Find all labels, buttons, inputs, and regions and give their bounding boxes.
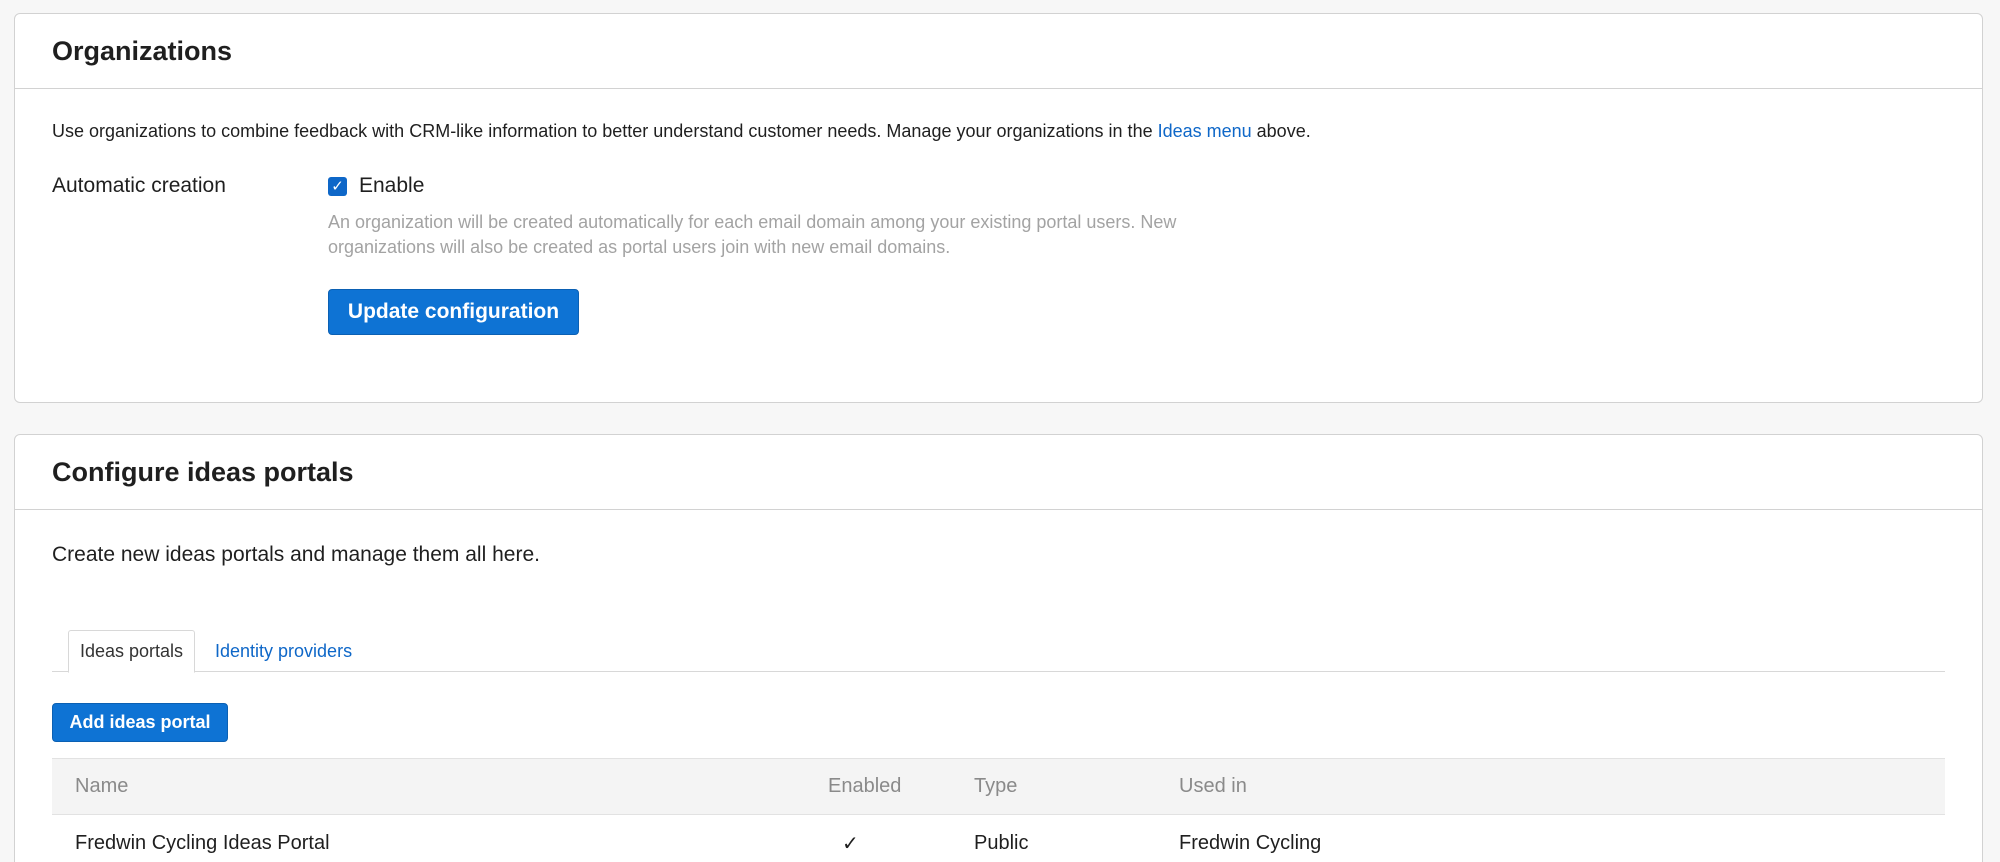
portal-name-link[interactable]: Fredwin Cycling Ideas Portal [75, 815, 330, 862]
update-configuration-button[interactable]: Update configuration [328, 289, 579, 335]
enable-checkbox[interactable]: ✓ [328, 176, 347, 196]
column-header-type[interactable]: Type [974, 759, 1017, 814]
organizations-title: Organizations [52, 35, 233, 66]
ideas-portals-header: Configure ideas portals [15, 435, 1982, 510]
ideas-portals-table: Name Enabled Type Used in Fredwin Cyclin… [52, 758, 1945, 862]
organizations-description: Use organizations to combine feedback wi… [52, 121, 1311, 142]
organizations-header: Organizations [15, 14, 1982, 89]
table-row: Fredwin Cycling Ideas Portal ✓ Public Fr… [52, 815, 1945, 862]
enabled-check-icon: ✓ [842, 832, 859, 855]
ideas-portals-panel: Configure ideas portals Create new ideas… [14, 434, 1983, 862]
ideas-portals-description: Create new ideas portals and manage them… [52, 543, 540, 566]
portal-type: Public [974, 831, 1029, 854]
column-header-used-in[interactable]: Used in [1179, 759, 1247, 814]
enable-checkbox-group[interactable]: ✓ Enable [328, 174, 424, 198]
ideas-portals-title: Configure ideas portals [52, 456, 354, 487]
organizations-description-prefix: Use organizations to combine feedback wi… [52, 121, 1158, 141]
add-ideas-portal-button[interactable]: Add ideas portal [52, 703, 228, 742]
enable-label[interactable]: Enable [359, 174, 424, 198]
tab-identity-providers[interactable]: Identity providers [215, 630, 352, 672]
portals-tabs: Ideas portals Identity providers [52, 630, 1945, 673]
automatic-creation-help-text: An organization will be created automati… [328, 212, 1177, 257]
organizations-description-suffix: above. [1251, 121, 1311, 141]
ideas-menu-link[interactable]: Ideas menu [1158, 121, 1252, 141]
column-header-name[interactable]: Name [75, 759, 128, 814]
tab-ideas-portals[interactable]: Ideas portals [68, 630, 196, 673]
checkmark-icon: ✓ [331, 178, 344, 195]
table-header: Name Enabled Type Used in [52, 758, 1945, 815]
column-header-enabled[interactable]: Enabled [828, 759, 901, 814]
used-in-link[interactable]: Fredwin Cycling [1179, 815, 1321, 862]
organizations-panel: Organizations Use organizations to combi… [14, 13, 1983, 403]
automatic-creation-label: Automatic creation [52, 174, 226, 197]
